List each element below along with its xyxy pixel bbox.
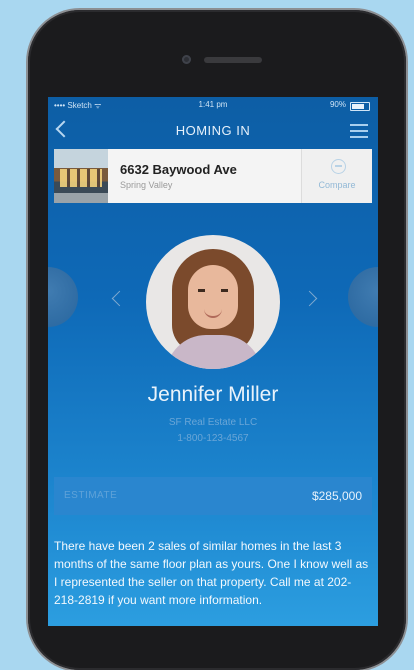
- battery-icon: [350, 102, 370, 111]
- agent-message: There have been 2 sales of similar homes…: [54, 539, 369, 607]
- next-agent-avatar[interactable]: [348, 267, 378, 327]
- house-thumbnail: [54, 149, 108, 203]
- agent-company: SF Real Estate LLC: [168, 417, 258, 428]
- agent-phone[interactable]: 1-800-123-4567: [48, 433, 378, 444]
- estimate-value: $285,000: [311, 489, 362, 503]
- battery-percent: 90%: [329, 100, 346, 109]
- speaker-grille: [204, 57, 262, 63]
- page-title: HOMING IN: [175, 123, 251, 138]
- listing-city: Spring Valley: [120, 180, 173, 190]
- estimate-bar: ESTIMATE $285,000: [54, 477, 372, 515]
- app-screen: •••• Sketch ᯤ 1:41 pm 90% HOMING IN 6632…: [48, 97, 378, 626]
- compare-label: Compare: [318, 180, 356, 190]
- chevron-right-icon[interactable]: [301, 290, 318, 307]
- hamburger-icon[interactable]: [350, 124, 368, 138]
- estimate-label: ESTIMATE: [64, 490, 118, 501]
- listing-card[interactable]: 6632 Baywood Ave Spring Valley Compare: [54, 149, 372, 203]
- previous-agent-avatar[interactable]: [48, 267, 78, 327]
- camera-icon: [182, 55, 191, 64]
- status-bar: •••• Sketch ᯤ 1:41 pm 90%: [48, 97, 378, 113]
- compare-button[interactable]: Compare: [301, 149, 372, 203]
- nav-bar: HOMING IN: [48, 113, 378, 147]
- compare-icon: [331, 159, 346, 174]
- chevron-left-icon[interactable]: [111, 290, 128, 307]
- agent-avatar: [146, 235, 280, 369]
- agent-name: Jennifer Miller: [147, 383, 279, 406]
- listing-address: 6632 Baywood Ave: [120, 162, 237, 177]
- status-time: 1:41 pm: [198, 100, 228, 109]
